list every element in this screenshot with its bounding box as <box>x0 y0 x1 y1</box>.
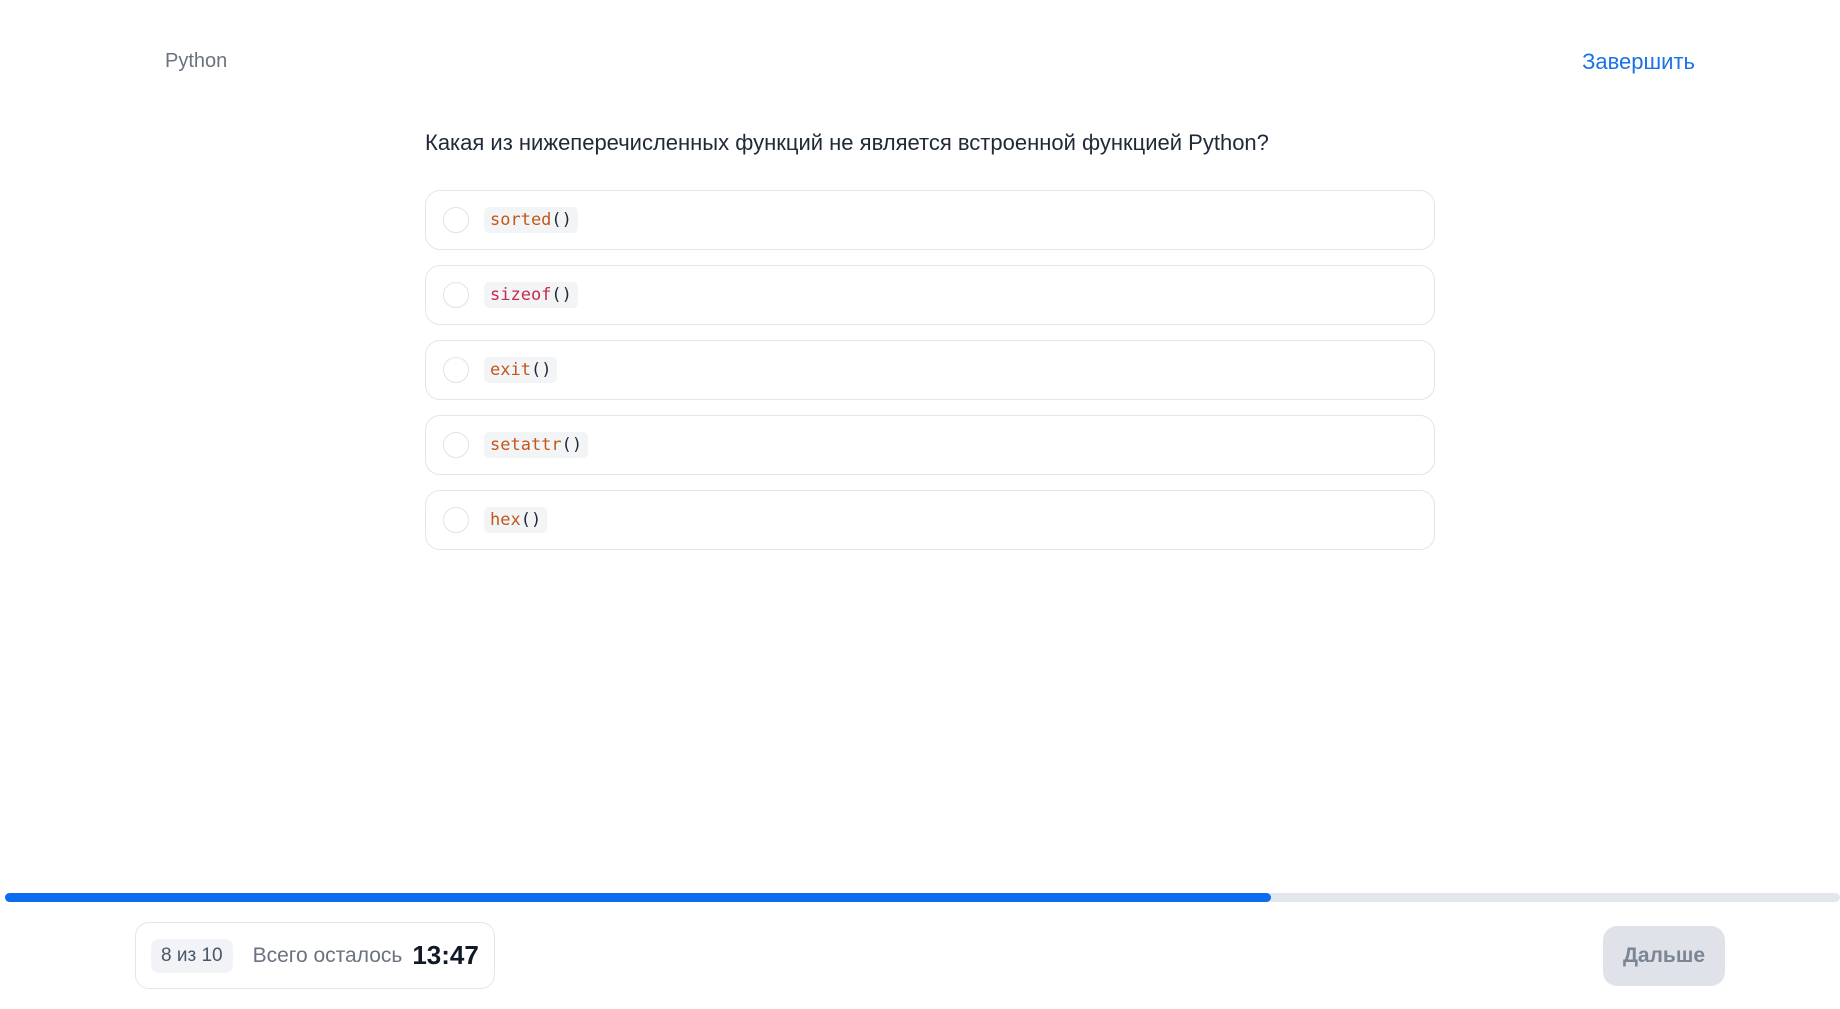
progress-bar-fill <box>5 893 1272 902</box>
remaining-time-label: Всего осталось <box>252 943 403 967</box>
question-counter: 8 из 10 <box>151 938 233 973</box>
function-parens: () <box>561 435 583 455</box>
question-text: Какая из нижеперечисленных функций не яв… <box>425 130 1269 155</box>
answer-option[interactable]: sorted() <box>425 190 1435 250</box>
code-snippet: sizeof() <box>484 282 578 308</box>
radio-button[interactable] <box>443 432 469 458</box>
function-parens: () <box>520 510 542 530</box>
answer-option[interactable]: exit() <box>425 340 1435 400</box>
quiz-page: Python Завершить Какая из нижеперечислен… <box>0 0 1840 1009</box>
countdown-timer: 13:47 <box>412 940 479 970</box>
radio-button[interactable] <box>443 282 469 308</box>
radio-button[interactable] <box>443 207 469 233</box>
answer-options: sorted() sizeof() exit() setattr() hex() <box>425 190 1435 565</box>
code-snippet: hex() <box>484 507 548 533</box>
answer-option[interactable]: setattr() <box>425 415 1435 475</box>
answer-option[interactable]: hex() <box>425 490 1435 550</box>
next-button[interactable]: Дальше <box>1603 926 1725 986</box>
function-parens: () <box>551 285 572 305</box>
function-name: hex <box>490 510 521 530</box>
code-snippet: setattr() <box>484 432 589 458</box>
code-snippet: sorted() <box>484 207 578 233</box>
radio-button[interactable] <box>443 507 469 533</box>
function-name: exit <box>490 360 531 380</box>
function-parens: () <box>551 210 572 230</box>
progress-bar <box>5 893 1840 902</box>
function-name: setattr <box>490 435 562 455</box>
function-name: sorted <box>490 210 552 230</box>
status-panel: 8 из 10 Всего осталось 13:47 <box>135 922 495 989</box>
function-name: sizeof <box>490 285 552 305</box>
finish-link[interactable]: Завершить <box>1582 49 1695 75</box>
answer-option[interactable]: sizeof() <box>425 265 1435 325</box>
radio-button[interactable] <box>443 357 469 383</box>
code-snippet: exit() <box>484 357 558 383</box>
topic-label: Python <box>165 50 228 72</box>
function-parens: () <box>530 360 552 380</box>
